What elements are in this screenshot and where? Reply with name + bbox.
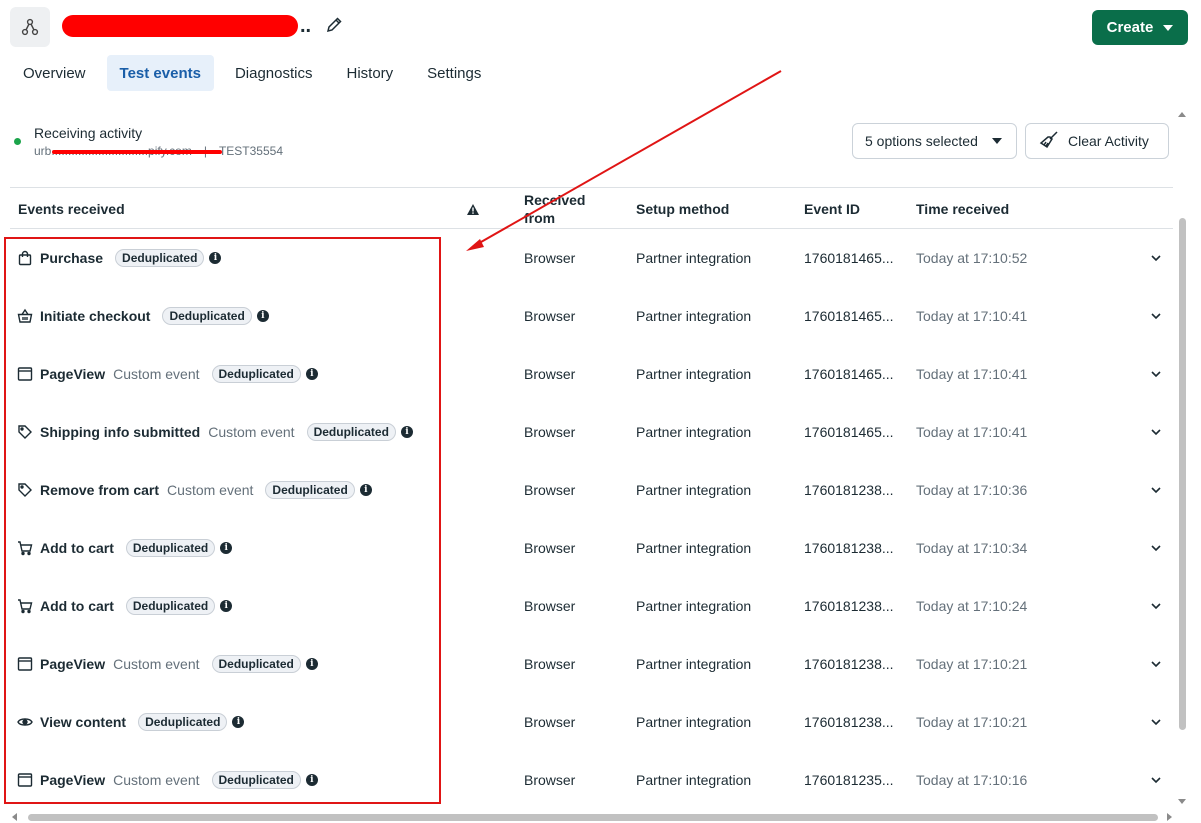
header-setup-method[interactable]: Setup method (636, 188, 729, 230)
setup-method-cell: Partner integration (636, 540, 752, 556)
event-id-cell: 1760181238... (804, 656, 894, 672)
chevron-down-icon[interactable] (1149, 715, 1163, 729)
chevron-down-icon[interactable] (1149, 599, 1163, 613)
event-filter-select[interactable]: 5 options selected (852, 123, 1017, 159)
clear-activity-button[interactable]: Clear Activity (1025, 123, 1169, 159)
chevron-down-icon[interactable] (1149, 657, 1163, 671)
setup-method-cell: Partner integration (636, 656, 752, 672)
scroll-right-icon (1167, 813, 1172, 821)
tab-overview[interactable]: Overview (10, 55, 99, 91)
website-domain: urb.............................pify.com (34, 144, 222, 158)
received-from-cell: Browser (524, 656, 576, 672)
setup-method-cell: Partner integration (636, 598, 752, 614)
event-filter-label: 5 options selected (865, 133, 978, 149)
received-from-cell: Browser (524, 540, 576, 556)
setup-method-cell: Partner integration (636, 250, 752, 266)
scroll-up-icon (1178, 112, 1186, 117)
received-from-cell: Browser (524, 714, 576, 730)
title-ellipsis: .. (300, 15, 312, 37)
chevron-down-icon[interactable] (1149, 309, 1163, 323)
caret-down-icon (1163, 24, 1174, 31)
setup-method-cell: Partner integration (636, 772, 752, 788)
warning-icon (466, 188, 480, 230)
dataset-title: .. (62, 14, 311, 38)
received-from-cell: Browser (524, 308, 576, 324)
create-button[interactable]: Create (1092, 10, 1188, 45)
time-received-cell: Today at 17:10:52 (916, 250, 1028, 266)
event-id-cell: 1760181238... (804, 598, 894, 614)
table-header: Events received Received from Setup meth… (10, 187, 1173, 229)
redaction-strike (52, 150, 222, 154)
event-id-cell: 1760181238... (804, 482, 894, 498)
time-received-cell: Today at 17:10:34 (916, 540, 1028, 556)
vertical-scroll-thumb[interactable] (1179, 218, 1186, 730)
header-event-id[interactable]: Event ID (804, 188, 860, 230)
setup-method-cell: Partner integration (636, 366, 752, 382)
time-received-cell: Today at 17:10:41 (916, 308, 1028, 324)
setup-method-cell: Partner integration (636, 714, 752, 730)
received-from-cell: Browser (524, 482, 576, 498)
received-from-cell: Browser (524, 772, 576, 788)
pencil-icon[interactable] (324, 15, 344, 35)
vertical-scrollbar[interactable] (1176, 110, 1188, 810)
time-received-cell: Today at 17:10:41 (916, 424, 1028, 440)
header-received-from[interactable]: Received from (524, 188, 604, 230)
horizontal-scroll-thumb[interactable] (28, 814, 1158, 821)
scroll-left-icon (12, 813, 17, 821)
chevron-down-icon[interactable] (1149, 541, 1163, 555)
event-id-cell: 1760181465... (804, 250, 894, 266)
tab-bar: Overview Test events Diagnostics History… (10, 55, 494, 91)
chevron-down-icon[interactable] (1149, 483, 1163, 497)
annotation-highlight-box (4, 237, 441, 804)
redacted-title-mark (62, 15, 298, 37)
time-received-cell: Today at 17:10:16 (916, 772, 1028, 788)
time-received-cell: Today at 17:10:21 (916, 656, 1028, 672)
horizontal-scrollbar[interactable] (10, 812, 1175, 822)
time-received-cell: Today at 17:10:41 (916, 366, 1028, 382)
tab-test-events[interactable]: Test events (106, 55, 214, 91)
tab-settings[interactable]: Settings (414, 55, 494, 91)
test-code: TEST35554 (218, 144, 283, 158)
event-id-cell: 1760181465... (804, 424, 894, 440)
received-from-cell: Browser (524, 250, 576, 266)
event-id-cell: 1760181235... (804, 772, 894, 788)
tab-diagnostics[interactable]: Diagnostics (222, 55, 326, 91)
top-bar: .. Create (0, 0, 1201, 52)
header-events-received[interactable]: Events received (18, 188, 125, 230)
dataset-icon[interactable] (10, 7, 50, 47)
event-id-cell: 1760181465... (804, 308, 894, 324)
chevron-down-icon[interactable] (1149, 251, 1163, 265)
header-time-received[interactable]: Time received (916, 188, 1009, 230)
setup-method-cell: Partner integration (636, 308, 752, 324)
event-id-cell: 1760181465... (804, 366, 894, 382)
create-button-label: Create (1106, 19, 1154, 36)
time-received-cell: Today at 17:10:21 (916, 714, 1028, 730)
status-dot (14, 138, 21, 145)
activity-subtitle: urb.............................pify.com… (34, 144, 283, 158)
chevron-down-icon[interactable] (1149, 425, 1163, 439)
tab-history[interactable]: History (334, 55, 407, 91)
caret-down-icon (991, 138, 1002, 144)
received-from-cell: Browser (524, 366, 576, 382)
setup-method-cell: Partner integration (636, 424, 752, 440)
time-received-cell: Today at 17:10:36 (916, 482, 1028, 498)
clear-activity-label: Clear Activity (1068, 133, 1149, 149)
activity-title: Receiving activity (34, 125, 143, 141)
chevron-down-icon[interactable] (1149, 367, 1163, 381)
received-from-cell: Browser (524, 424, 576, 440)
time-received-cell: Today at 17:10:24 (916, 598, 1028, 614)
event-id-cell: 1760181238... (804, 540, 894, 556)
setup-method-cell: Partner integration (636, 482, 752, 498)
event-id-cell: 1760181238... (804, 714, 894, 730)
scroll-down-icon (1178, 799, 1186, 804)
received-from-cell: Browser (524, 598, 576, 614)
broom-icon (1038, 129, 1060, 154)
chevron-down-icon[interactable] (1149, 773, 1163, 787)
